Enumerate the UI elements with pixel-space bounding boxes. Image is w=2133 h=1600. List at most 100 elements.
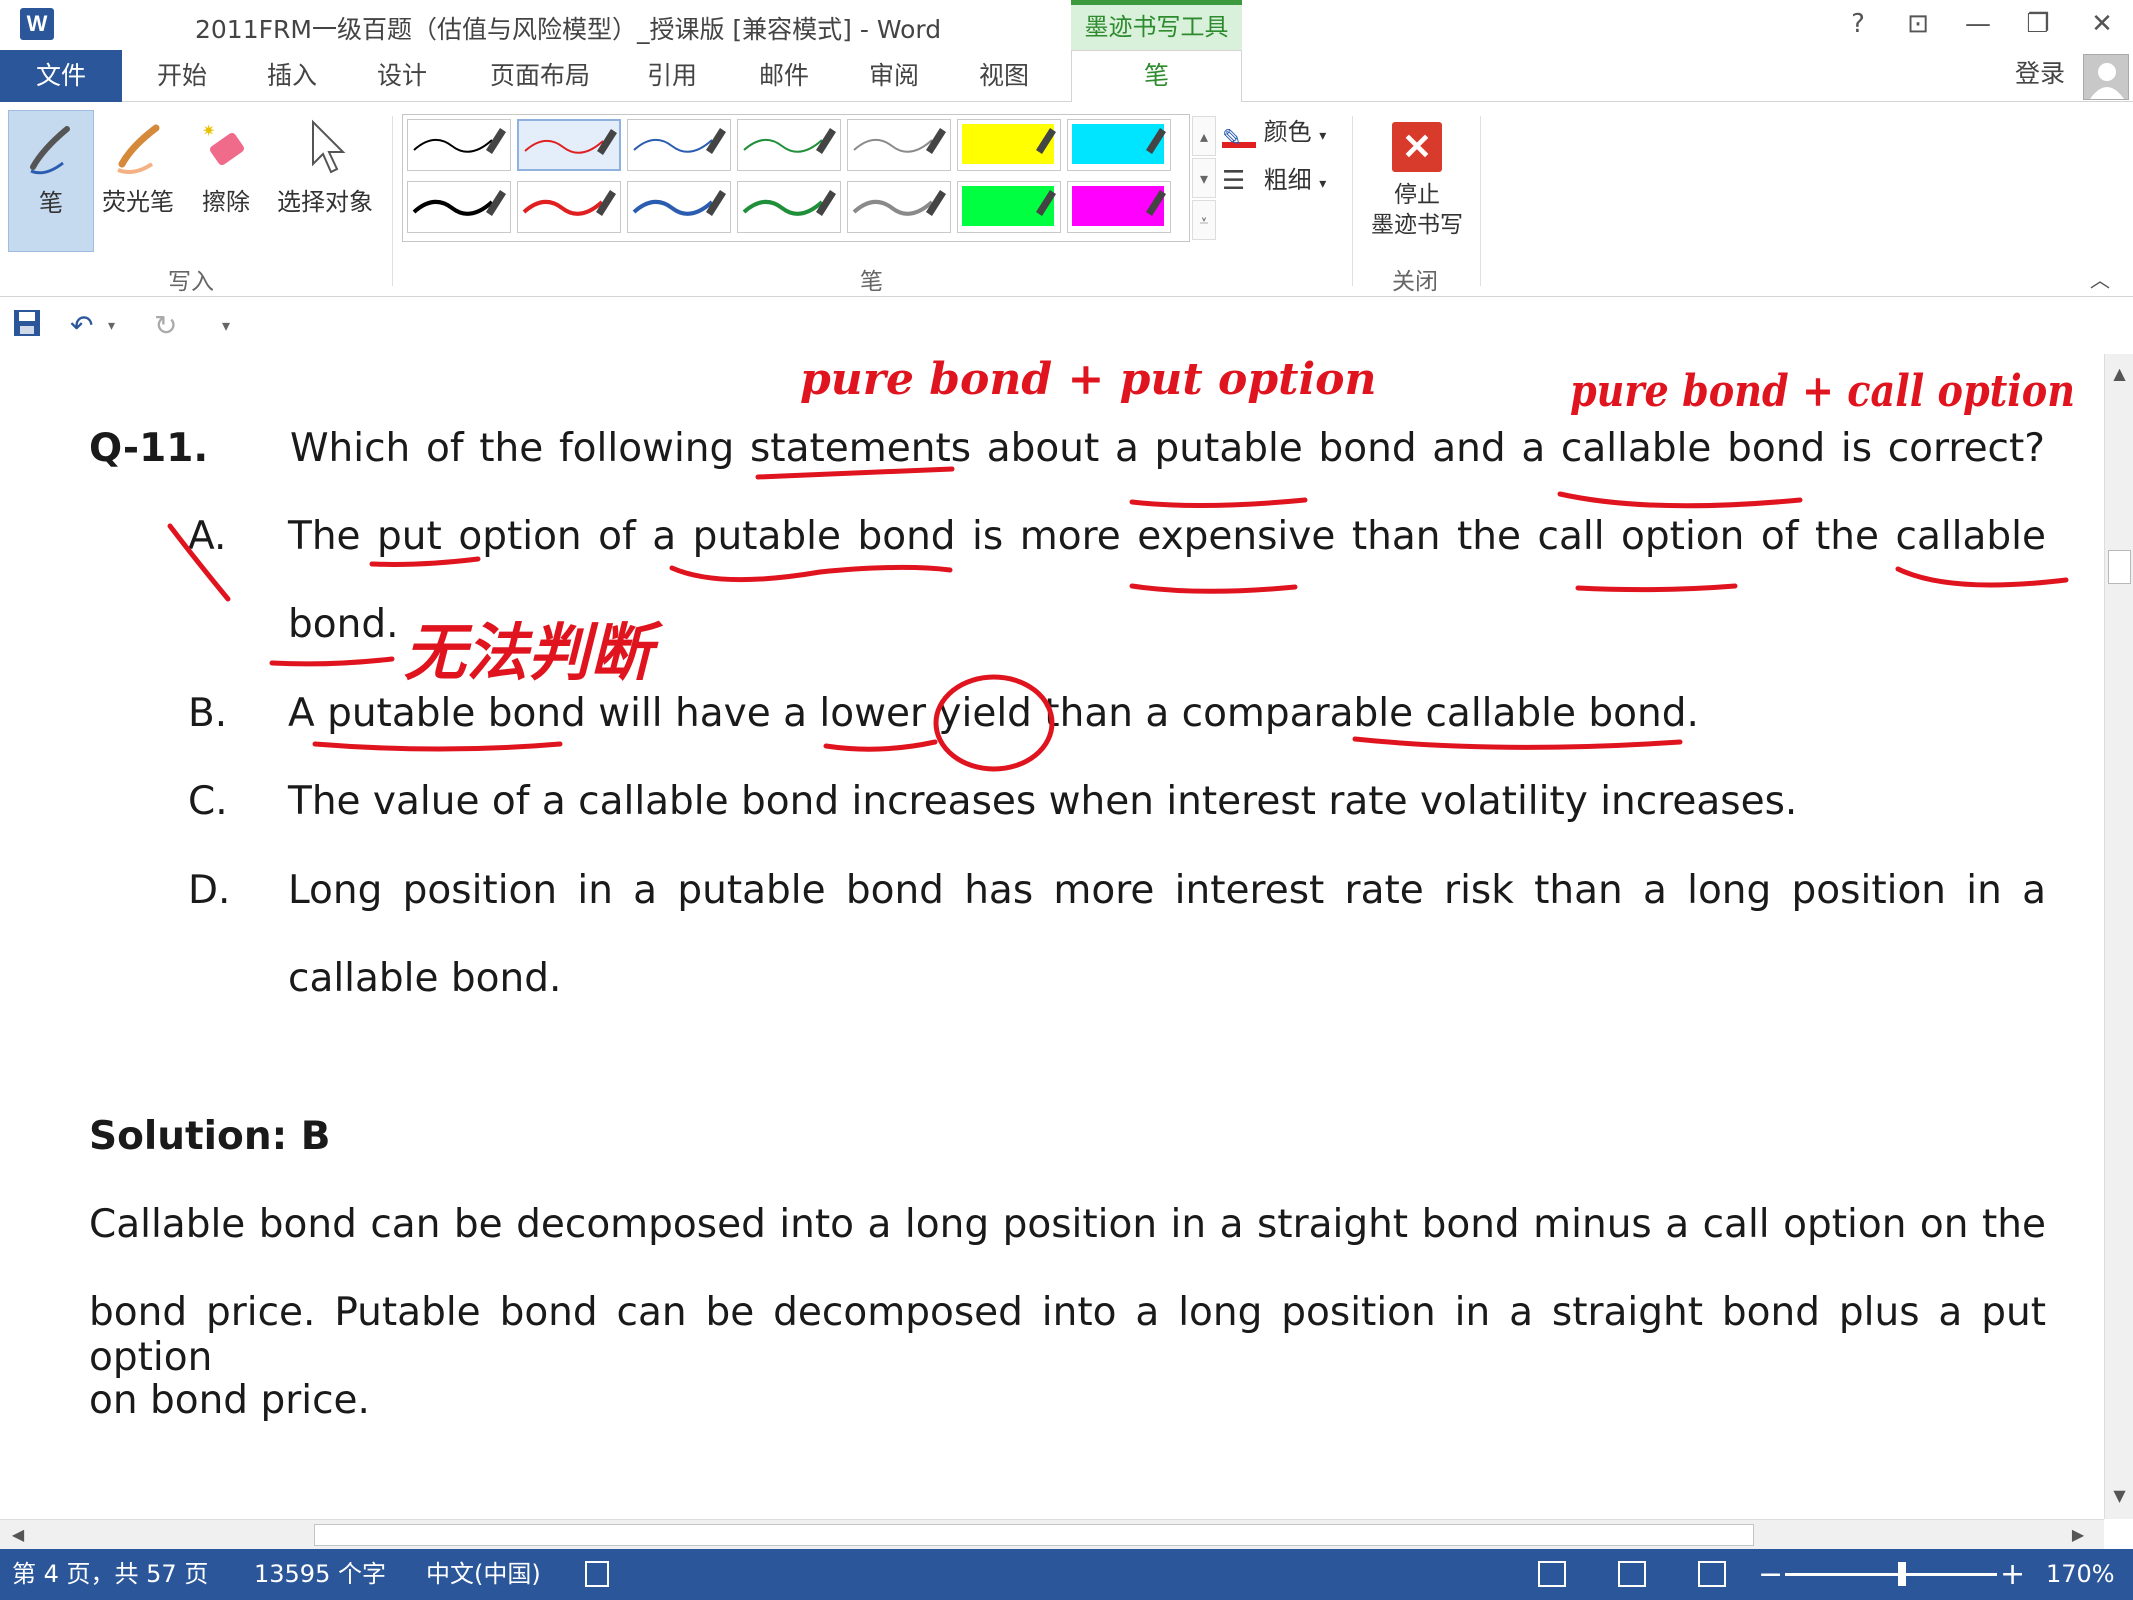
word-count-status[interactable]: 13595 个字 xyxy=(254,1549,386,1600)
web-layout-icon[interactable] xyxy=(1698,1561,1726,1587)
pen-swatch-icon xyxy=(522,190,616,216)
read-mode-icon[interactable] xyxy=(1538,1561,1566,1587)
stop-inking-label-2: 墨迹书写 xyxy=(1371,212,1463,238)
save-icon[interactable] xyxy=(12,308,42,347)
pen-color-dropdown[interactable]: ✎ 颜色 ▾ xyxy=(1222,112,1326,152)
pen-swatch[interactable] xyxy=(1067,181,1171,233)
vertical-scrollbar[interactable]: ▲ ▼ xyxy=(2104,354,2133,1519)
eraser-tool-label: 擦除 xyxy=(202,188,250,216)
select-objects-button[interactable]: 选择对象 xyxy=(270,110,380,252)
help-icon[interactable]: ? xyxy=(1836,6,1880,42)
ink-underline-comparable xyxy=(1352,736,1683,750)
restore-button[interactable]: ❐ xyxy=(2016,6,2060,42)
ribbon-display-options-icon[interactable]: ⊡ xyxy=(1896,6,1940,42)
solution-line-2: bond price. Putable bond can be decompos… xyxy=(89,1290,2046,1380)
undo-dropdown-icon[interactable]: ▾ xyxy=(108,308,115,344)
pen-swatch[interactable] xyxy=(517,181,621,233)
tab-design[interactable]: 设计 xyxy=(362,50,442,102)
question-text: Which of the following statements about … xyxy=(290,426,2045,471)
tab-home[interactable]: 开始 xyxy=(140,50,224,102)
scroll-left-icon[interactable]: ◀ xyxy=(4,1520,32,1550)
scroll-right-icon[interactable]: ▶ xyxy=(2064,1520,2092,1550)
scroll-up-icon[interactable]: ▲ xyxy=(2105,360,2133,388)
ink-underline-expensive xyxy=(1129,583,1298,594)
close-button[interactable]: ✕ xyxy=(2080,6,2124,42)
zoom-slider-thumb[interactable] xyxy=(1897,1562,1906,1586)
option-c-letter: C. xyxy=(188,779,228,824)
language-status[interactable]: 中文(中国) xyxy=(426,1549,541,1600)
redo-icon[interactable]: ↻ xyxy=(154,308,177,344)
option-b-text: A putable bond will have a lower yield t… xyxy=(288,691,1699,736)
pen-tool-button[interactable]: 笔 xyxy=(8,110,94,252)
pen-thickness-label: 粗细 xyxy=(1263,166,1312,194)
svg-text:✷: ✷ xyxy=(202,121,215,140)
page-count-status[interactable]: 第 4 页，共 57 页 xyxy=(12,1549,208,1600)
solution-heading: Solution: B xyxy=(89,1114,331,1159)
group-divider xyxy=(1352,116,1353,286)
pen-swatch[interactable] xyxy=(957,181,1061,233)
solution-line-1: Callable bond can be decomposed into a l… xyxy=(89,1202,2046,1247)
ink-underline-putable-bond xyxy=(669,564,953,583)
ink-underline-bond xyxy=(269,656,395,667)
tab-page-layout[interactable]: 页面布局 xyxy=(478,50,602,102)
pen-style-gallery xyxy=(402,114,1190,242)
pen-swatch-icon xyxy=(412,190,506,216)
customize-qat-icon[interactable]: ▾ xyxy=(222,308,230,344)
pen-swatch[interactable] xyxy=(1067,119,1171,171)
tab-pen[interactable]: 笔 xyxy=(1071,50,1242,103)
title-bar: W 2011FRM一级百题（估值与风险模型）_授课版 [兼容模式] - Word… xyxy=(0,0,2133,50)
pen-swatch[interactable] xyxy=(517,119,621,171)
ink-underline-b-putable xyxy=(312,741,563,752)
group-divider xyxy=(392,116,393,286)
zoom-in-button[interactable]: + xyxy=(2000,1549,2025,1600)
option-a-letter: A. xyxy=(188,514,227,559)
minimize-button[interactable]: — xyxy=(1956,6,2000,42)
highlighter-tool-label: 荧光笔 xyxy=(102,188,174,216)
pen-swatch-icon xyxy=(413,128,506,154)
pen-thickness-dropdown[interactable]: ☰ 粗细 ▾ xyxy=(1222,160,1326,200)
pen-swatch[interactable] xyxy=(957,119,1061,171)
user-avatar-icon[interactable] xyxy=(2083,54,2129,100)
gallery-expand-icon[interactable]: ⩡ xyxy=(1192,200,1216,240)
scroll-down-icon[interactable]: ▼ xyxy=(2105,1482,2133,1510)
horizontal-scroll-thumb[interactable] xyxy=(314,1524,1754,1546)
zoom-slider-track[interactable] xyxy=(1785,1573,1997,1576)
tab-review[interactable]: 审阅 xyxy=(854,50,934,102)
chevron-down-icon: ▾ xyxy=(1319,128,1327,144)
pen-swatch-icon xyxy=(852,190,946,216)
highlighter-tool-button[interactable]: 荧光笔 xyxy=(98,110,178,252)
zoom-level[interactable]: 170% xyxy=(2046,1549,2115,1600)
tab-references[interactable]: 引用 xyxy=(632,50,712,102)
pen-swatch[interactable] xyxy=(847,119,951,171)
tab-view[interactable]: 视图 xyxy=(964,50,1044,102)
highlighter-swatch-icon xyxy=(1072,186,1166,226)
pen-swatch-icon xyxy=(853,128,946,154)
collapse-ribbon-icon[interactable]: ︿ xyxy=(2090,264,2110,293)
pen-swatch[interactable] xyxy=(737,181,841,233)
pen-swatch[interactable] xyxy=(737,119,841,171)
tab-mailings[interactable]: 邮件 xyxy=(744,50,824,102)
pen-swatch[interactable] xyxy=(407,119,511,171)
tab-file[interactable]: 文件 xyxy=(0,50,122,102)
horizontal-scrollbar[interactable]: ◀ ▶ xyxy=(0,1519,2104,1549)
quick-access-toolbar: ↶ ▾ ↻ ▾ xyxy=(0,298,2133,354)
gallery-scroll-down-icon[interactable]: ▾ xyxy=(1192,158,1216,198)
zoom-out-button[interactable]: − xyxy=(1758,1549,1783,1600)
macro-record-icon[interactable] xyxy=(585,1561,609,1587)
print-layout-icon[interactable] xyxy=(1618,1561,1646,1587)
pen-swatch[interactable] xyxy=(627,119,731,171)
eraser-tool-button[interactable]: ✷ 擦除 xyxy=(190,110,262,252)
pen-swatch[interactable] xyxy=(627,181,731,233)
sign-in-link[interactable]: 登录 xyxy=(2015,50,2065,98)
ink-underline-callable-2 xyxy=(1895,566,2069,588)
undo-icon[interactable]: ↶ xyxy=(70,308,93,344)
pen-swatch-icon xyxy=(632,190,726,216)
stop-inking-button[interactable]: ✕ 停止 墨迹书写 xyxy=(1362,118,1472,258)
tab-insert[interactable]: 插入 xyxy=(252,50,332,102)
gallery-scroll-up-icon[interactable]: ▴ xyxy=(1192,116,1216,156)
vertical-scroll-thumb[interactable] xyxy=(2108,550,2131,584)
document-page[interactable]: Q-11. Which of the following statements … xyxy=(0,354,2104,1519)
pen-swatch[interactable] xyxy=(847,181,951,233)
word-app-icon[interactable]: W xyxy=(20,8,54,40)
pen-swatch[interactable] xyxy=(407,181,511,233)
